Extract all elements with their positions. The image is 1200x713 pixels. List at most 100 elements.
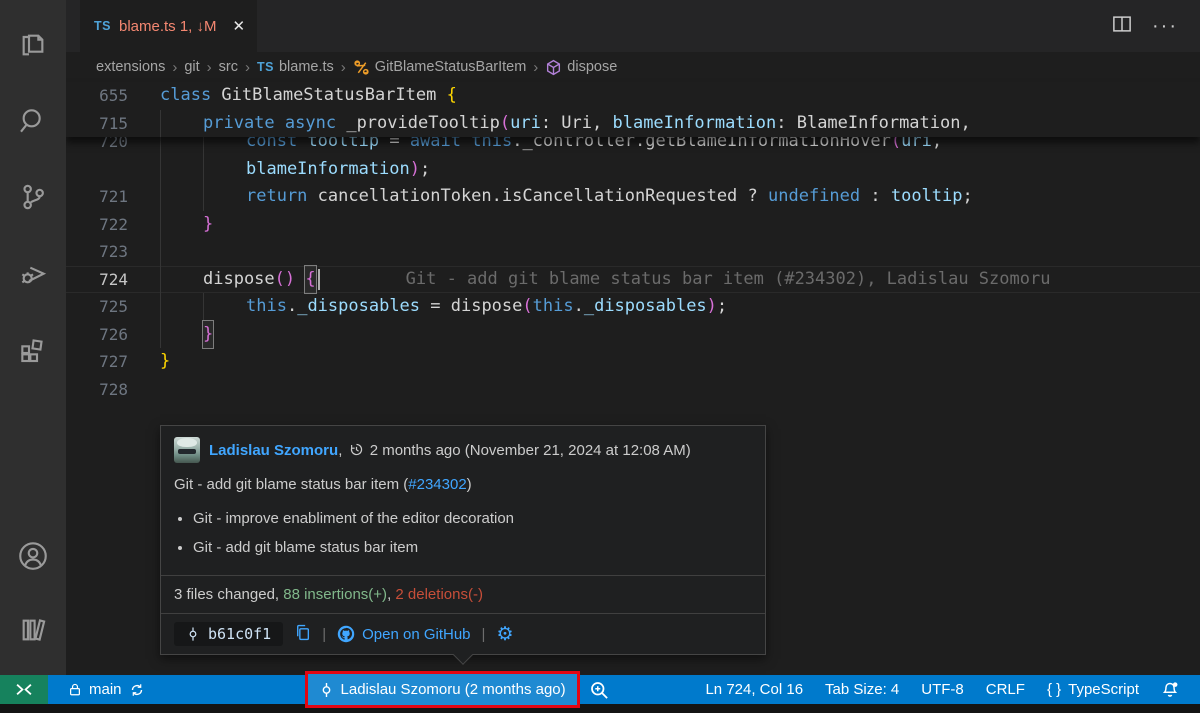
cursor-position-label: Ln 724, Col 16 — [705, 681, 803, 698]
code-line-721[interactable]: 721return cancellationToken.isCancellati… — [66, 183, 1200, 211]
source-control-icon[interactable] — [0, 166, 66, 228]
tab-size[interactable]: Tab Size: 4 — [814, 675, 910, 704]
line-content — [160, 238, 203, 266]
chevron-right-icon: › — [207, 59, 212, 76]
notifications-bell-icon[interactable] — [1150, 675, 1190, 704]
code-token: } — [160, 348, 170, 376]
indent-guide — [203, 137, 246, 156]
lock-icon — [68, 682, 82, 697]
breadcrumb-item-extensions[interactable]: extensions — [96, 59, 165, 75]
tab-close-icon[interactable]: ✕ — [233, 17, 246, 35]
code-line-726[interactable]: 726} — [66, 321, 1200, 349]
blame-status-label: Ladislau Szomoru (2 months ago) — [341, 681, 566, 698]
search-icon[interactable] — [0, 90, 66, 152]
commit-hash: b61c0f1 — [208, 625, 271, 643]
line-number: 715 — [66, 110, 128, 138]
cursor-position[interactable]: Ln 724, Col 16 — [694, 675, 814, 704]
code-line-655[interactable]: 655class GitBlameStatusBarItem { — [66, 82, 1200, 110]
indent-guide — [160, 110, 203, 138]
code-token: _provideTooltip — [336, 110, 500, 138]
breadcrumb-item-gitblamestatusbaritem[interactable]: GitBlameStatusBarItem — [353, 59, 527, 76]
inline-blame-annotation[interactable]: Git - add git blame status bar item (#23… — [406, 266, 1051, 294]
breadcrumb-item-src[interactable]: src — [219, 59, 238, 75]
explorer-icon[interactable] — [0, 14, 66, 76]
code-token: = dispose — [420, 293, 522, 321]
code-line-727[interactable]: 727} — [66, 348, 1200, 376]
breadcrumb-item-blame.ts[interactable]: TSblame.ts — [257, 59, 334, 75]
code-line-725[interactable]: 725this._disposables = dispose(this._dis… — [66, 293, 1200, 321]
footer-divider: | — [322, 626, 326, 643]
code-token: cancellationToken.isCancellationRequeste… — [307, 183, 768, 211]
commit-body-item: Git - add git blame status bar item — [193, 533, 765, 562]
line-number: 726 — [66, 321, 128, 349]
branch-name: main — [89, 681, 122, 698]
github-icon — [337, 625, 355, 643]
language-mode[interactable]: { } TypeScript — [1036, 675, 1150, 704]
copy-icon[interactable] — [294, 624, 311, 645]
remote-indicator[interactable] — [0, 675, 48, 704]
tab-label: blame.ts 1, ↓M — [119, 18, 217, 35]
git-blame-status-item[interactable]: Ladislau Szomoru (2 months ago) — [305, 671, 580, 708]
code-line-722[interactable]: 722} — [66, 211, 1200, 239]
code-token: async — [285, 110, 336, 138]
remote-icon — [15, 681, 33, 698]
split-editor-icon[interactable] — [1112, 14, 1132, 39]
code-token: this — [533, 293, 574, 321]
breadcrumb-label: extensions — [96, 59, 165, 75]
code-line-728[interactable]: 728 — [66, 376, 1200, 404]
code-token: ; — [717, 293, 727, 321]
line-number: 728 — [66, 376, 128, 404]
indent-guide — [203, 156, 246, 184]
branch-indicator[interactable]: main — [58, 675, 155, 704]
line-content: } — [160, 321, 213, 349]
code-token: ._controller.getBlameInformationHover — [512, 137, 891, 156]
chevron-right-icon: › — [245, 59, 250, 76]
code-line-715[interactable]: 715private async _provideTooltip(uri: Ur… — [66, 110, 1200, 138]
code-token: blameInformation — [612, 110, 776, 138]
more-actions-icon[interactable]: ··· — [1152, 15, 1178, 38]
gear-icon[interactable]: ⚙ — [496, 625, 513, 644]
pr-link[interactable]: #234302 — [408, 476, 466, 493]
line-content: } — [160, 348, 170, 376]
code-line-wrap[interactable]: blameInformation); — [66, 156, 1200, 184]
breadcrumb-item-git[interactable]: git — [184, 59, 199, 75]
git-blame-hover: Ladislau Szomoru, 2 months ago (November… — [160, 425, 766, 655]
code-token: ( — [891, 137, 901, 156]
author-link[interactable]: Ladislau Szomoru — [209, 442, 338, 459]
code-line-723[interactable]: 723 — [66, 238, 1200, 266]
line-number: 727 — [66, 348, 128, 376]
indent-guide — [160, 293, 203, 321]
line-content: } — [160, 211, 213, 239]
chevron-right-icon: › — [341, 59, 346, 76]
open-on-github-link[interactable]: Open on GitHub — [337, 625, 470, 643]
tab-size-label: Tab Size: 4 — [825, 681, 899, 698]
zoom-icon[interactable] — [580, 675, 618, 704]
indent-guide — [203, 183, 246, 211]
run-debug-icon[interactable] — [0, 242, 66, 304]
indent-guide — [160, 321, 203, 349]
encoding[interactable]: UTF-8 — [910, 675, 975, 704]
extensions-icon[interactable] — [0, 318, 66, 380]
code-token: = — [379, 137, 410, 156]
breadcrumb-item-dispose[interactable]: dispose — [545, 59, 617, 76]
code-token: ( — [500, 110, 510, 138]
author-avatar — [174, 437, 200, 463]
method-symbol-icon — [545, 59, 562, 76]
indent-guide — [160, 137, 203, 156]
line-content: const tooltip = await this._controller.g… — [160, 137, 942, 156]
commit-hash-button[interactable]: b61c0f1 — [174, 622, 283, 646]
library-icon[interactable] — [0, 599, 66, 661]
tab-blame-ts[interactable]: TS blame.ts 1, ↓M ✕ — [80, 0, 257, 52]
eol-selector[interactable]: CRLF — [975, 675, 1036, 704]
code-line-724[interactable]: 724dispose() {Git - add git blame status… — [66, 266, 1200, 294]
code-token: const — [246, 137, 297, 156]
code-token: uri — [901, 137, 932, 156]
sticky-scroll[interactable]: 655class GitBlameStatusBarItem {715priva… — [66, 82, 1200, 137]
breadcrumb-label: dispose — [567, 59, 617, 75]
code-token: , — [932, 137, 942, 156]
code-token: ; — [963, 183, 973, 211]
breadcrumb-label: blame.ts — [279, 59, 334, 75]
code-line-720[interactable]: 720const tooltip = await this._controlle… — [66, 137, 1200, 156]
vscode-window: TS blame.ts 1, ↓M ✕ ··· extensions › git › s… — [0, 0, 1200, 713]
accounts-icon[interactable] — [0, 525, 66, 587]
